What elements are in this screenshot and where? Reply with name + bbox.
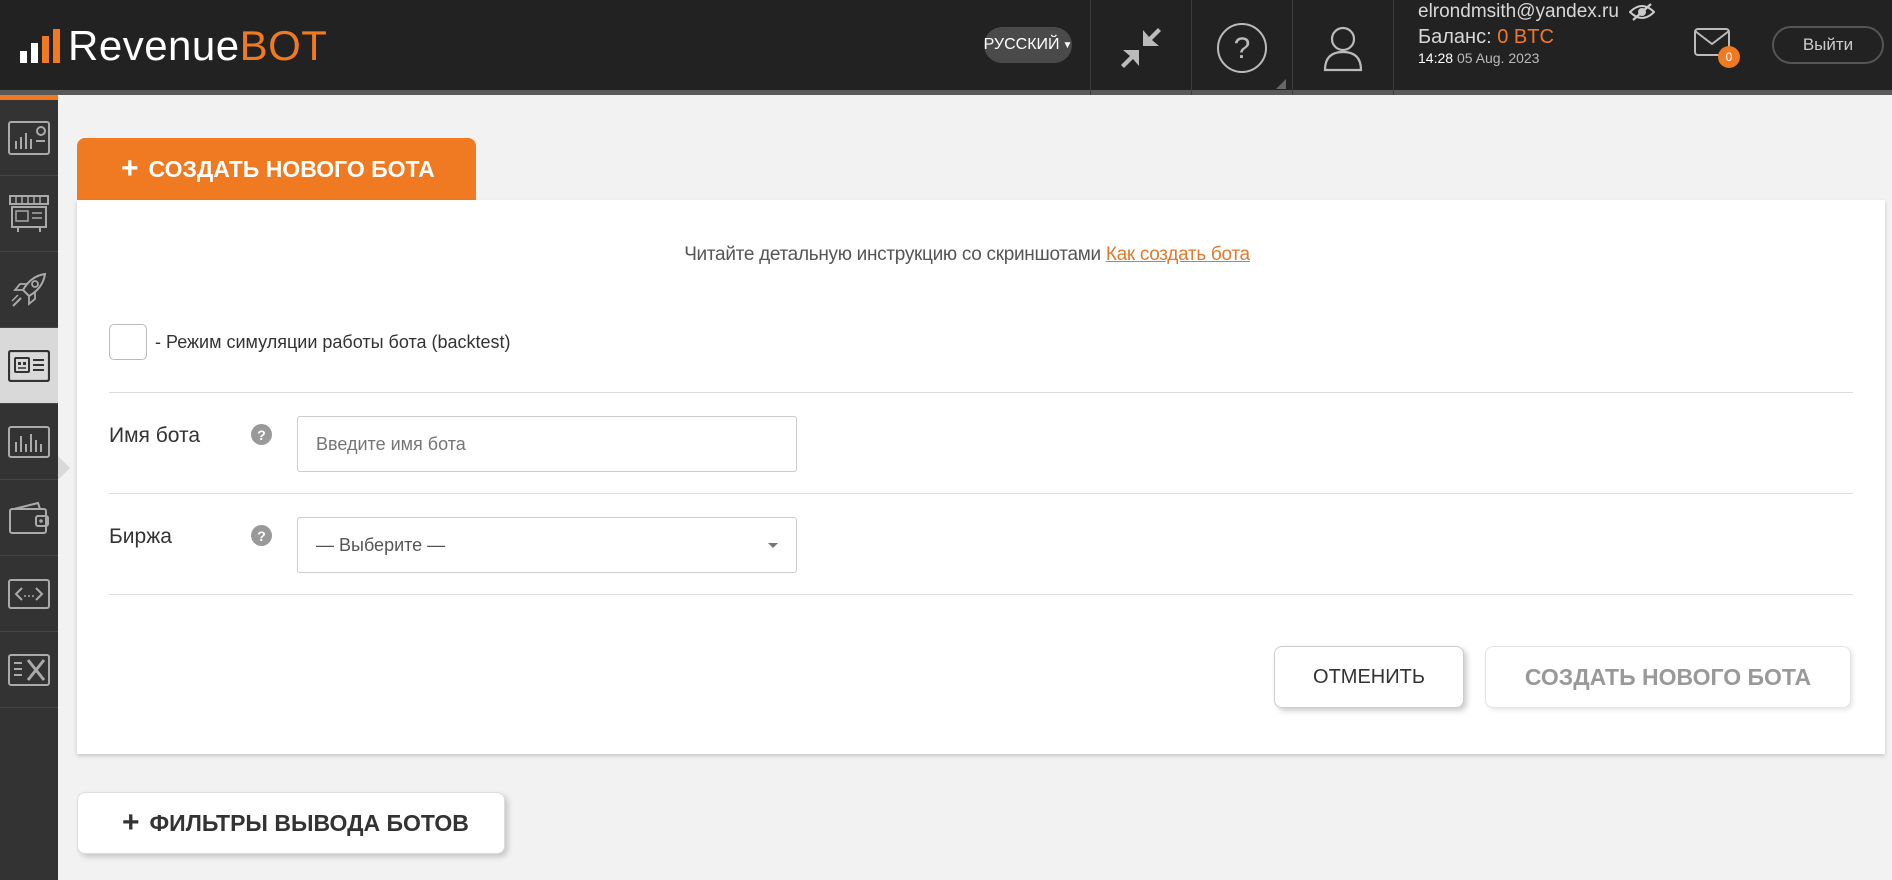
cancel-button[interactable]: ОТМЕНИТЬ [1274, 646, 1464, 708]
sidebar-item-dashboard[interactable] [0, 100, 58, 176]
divider [109, 493, 1853, 494]
header-divider [1393, 0, 1394, 95]
corner-triangle-icon [1276, 79, 1286, 89]
active-indicator-arrow [58, 456, 70, 480]
create-bot-tab[interactable]: + СОЗДАТЬ НОВОГО БОТА [77, 138, 476, 200]
backtest-checkbox[interactable] [109, 324, 147, 360]
bot-filters-button[interactable]: + ФИЛЬТРЫ ВЫВОДА БОТОВ [77, 792, 505, 854]
exchange-help-icon[interactable]: ? [251, 525, 272, 546]
caret-down-icon: ▼ [1062, 39, 1073, 51]
sidebar [0, 100, 70, 880]
eye-hidden-icon[interactable] [1628, 2, 1655, 22]
instruction-text-label: Читайте детальную инструкцию со скриншот… [684, 244, 1106, 265]
datetime: 14:28 05 Aug. 2023 [1418, 50, 1539, 66]
rocket-icon [11, 272, 47, 307]
user-icon [1323, 26, 1363, 71]
language-selector[interactable]: РУССКИЙ ▼ [984, 27, 1072, 63]
language-label: РУССКИЙ [983, 36, 1060, 53]
dashboard-icon [8, 120, 50, 155]
bots-icon [8, 349, 50, 382]
logo-text: RevenueBOT [68, 22, 328, 69]
question-icon: ? [1217, 22, 1267, 73]
time-text: 14:28 [1418, 50, 1454, 66]
marketplace-icon [9, 194, 49, 232]
fullscreen-toggle[interactable] [1091, 0, 1191, 95]
balance-label: Баланс: [1418, 26, 1492, 48]
how-to-create-link[interactable]: Как создать бота [1106, 244, 1250, 265]
logout-button[interactable]: Выйти [1772, 26, 1884, 64]
plus-icon: + [122, 806, 140, 839]
sidebar-item-marketplace[interactable] [0, 176, 58, 252]
bot-name-label: Имя бота [109, 424, 201, 447]
email-text: elrondmsith@yandex.ru [1418, 1, 1619, 22]
date-text: 05 Aug. 2023 [1456, 50, 1540, 66]
sidebar-item-tools[interactable] [0, 632, 58, 708]
backtest-label: - Режим симуляции работы бота (backtest) [155, 331, 511, 352]
exchange-label: Биржа [109, 525, 172, 548]
divider [109, 392, 1853, 393]
chevron-down-icon [768, 543, 778, 548]
sidebar-item-wallet[interactable] [0, 480, 58, 556]
tools-icon [8, 653, 50, 686]
balance-value: 0 BTC [1497, 26, 1554, 48]
logo[interactable]: RevenueBOT [20, 22, 328, 69]
wallet-icon [9, 501, 49, 534]
top-header: RevenueBOT РУССКИЙ ▼ ? elrondmsith@yande… [0, 0, 1892, 95]
bot-name-input[interactable] [297, 416, 797, 472]
create-bot-panel: Читайте детальную инструкцию со скриншот… [77, 200, 1885, 754]
divider [109, 594, 1853, 595]
sidebar-item-api[interactable] [0, 556, 58, 632]
help-button[interactable]: ? [1192, 0, 1292, 95]
instruction-text: Читайте детальную инструкцию со скриншот… [77, 244, 1857, 266]
bot-filters-label: ФИЛЬТРЫ ВЫВОДА БОТОВ [149, 809, 469, 836]
exchange-selected-value: — Выберите — [316, 534, 446, 555]
sidebar-item-bots[interactable] [0, 328, 58, 404]
collapse-arrows-icon [1121, 27, 1161, 68]
api-code-icon [8, 578, 50, 609]
plus-icon: + [121, 152, 139, 185]
profile-button[interactable] [1293, 0, 1393, 95]
exchange-select[interactable]: — Выберите — [297, 517, 797, 573]
create-bot-button[interactable]: СОЗДАТЬ НОВОГО БОТА [1485, 646, 1851, 708]
balance: Баланс: 0 BTC [1418, 26, 1554, 49]
statistics-icon [8, 425, 50, 458]
mail-count-badge: 0 [1718, 46, 1740, 68]
svg-text:?: ? [1234, 32, 1251, 65]
user-email: elrondmsith@yandex.ru [1418, 1, 1655, 23]
backtest-option: - Режим симуляции работы бота (backtest) [109, 324, 511, 360]
create-bot-tab-label: СОЗДАТЬ НОВОГО БОТА [148, 155, 435, 182]
logo-bars-icon [20, 29, 60, 63]
sidebar-item-statistics[interactable] [0, 404, 58, 480]
sidebar-item-rocket[interactable] [0, 252, 58, 328]
bot-name-help-icon[interactable]: ? [251, 424, 272, 445]
